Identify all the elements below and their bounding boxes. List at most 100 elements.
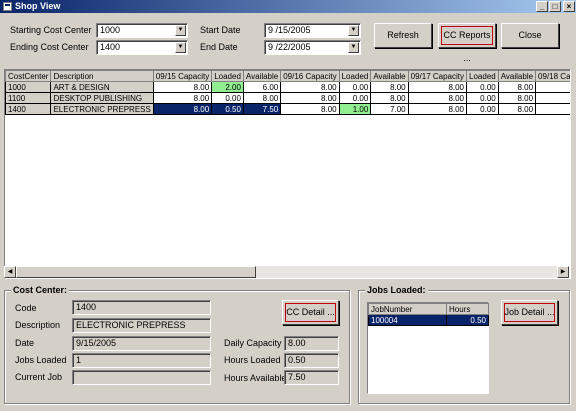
grid-cell[interactable]: 8.00	[280, 103, 340, 115]
grid-column-header[interactable]: Available	[242, 70, 282, 82]
grid-column-header[interactable]: Available	[497, 70, 537, 82]
close-window-button[interactable]: ×	[563, 1, 575, 12]
grid-cell[interactable]: 1000	[5, 81, 52, 93]
grid-cell[interactable]: 1.00	[338, 103, 372, 115]
grid-cell[interactable]: 0.00	[211, 92, 244, 104]
jobs-list[interactable]: JobNumber Hours 100004 0.50	[367, 302, 489, 394]
hours-loaded-value: 0.50	[288, 355, 306, 365]
grid-column-header[interactable]: 09/17 Capacity	[407, 70, 468, 82]
chevron-down-icon[interactable]: ▼	[348, 25, 359, 36]
jobs-cell[interactable]: 100004	[368, 314, 447, 326]
date-value: 9/15/2005	[76, 338, 117, 348]
jobs-loaded-field: 1	[72, 353, 211, 368]
grid-cell[interactable]: 8.00	[370, 81, 409, 93]
starting-cost-center-select[interactable]: 1000 ▼	[96, 23, 188, 38]
close-button[interactable]: Close	[501, 23, 559, 48]
end-date-picker[interactable]: 9 /22/2005 ▼	[264, 40, 361, 55]
grid-cell[interactable]: 8.	[535, 81, 570, 93]
grid-row[interactable]: 1000 ART & DESIGN 8.00 2.00 6.00 8.00 0.00 8.00…	[5, 81, 570, 93]
grid-cell[interactable]: 8.00	[280, 92, 340, 104]
job-detail-button-label: Job Detail ...	[504, 307, 555, 317]
grid-row[interactable]: 1100 DESKTOP PUBLISHING 8.00 0.00 8.00 8.00 0.…	[5, 92, 570, 104]
grid-column-header[interactable]: 09/15 Capacity	[152, 70, 213, 82]
grid-cell[interactable]: 8.00	[407, 92, 468, 104]
grid-cell[interactable]: ELECTRONIC PREPRESS	[50, 103, 154, 115]
grid-cell[interactable]: 8.00	[152, 103, 213, 115]
jobs-row[interactable]: 100004 0.50	[368, 314, 489, 326]
grid-cell[interactable]: 8.00	[407, 103, 468, 115]
cc-detail-button-label: CC Detail ...	[286, 307, 335, 317]
refresh-button[interactable]: Refresh	[374, 23, 432, 48]
jobs-column-header[interactable]: Hours	[446, 303, 489, 315]
ending-cost-center-select[interactable]: 1400 ▼	[96, 40, 188, 55]
horizontal-scrollbar[interactable]: ◀ ▶	[4, 266, 569, 278]
hours-available-field: 7.50	[284, 370, 339, 385]
grid-cell[interactable]: 7.00	[370, 103, 409, 115]
grid-cell[interactable]: 8.00	[280, 81, 340, 93]
grid-cell[interactable]: 2.00	[211, 81, 244, 93]
grid-cell[interactable]: ART & DESIGN	[50, 81, 154, 93]
jobs-table[interactable]: JobNumber Hours 100004 0.50	[368, 303, 489, 326]
shop-table[interactable]: CostCenter Description 09/15 Capacity Loade…	[5, 70, 570, 115]
grid-column-header[interactable]: CostCenter	[5, 70, 52, 82]
scroll-left-arrow-icon[interactable]: ◀	[4, 266, 16, 278]
scroll-right-arrow-icon[interactable]: ▶	[557, 266, 569, 278]
grid-cell[interactable]: 7.50	[242, 103, 282, 115]
grid-cell[interactable]: 8.	[535, 92, 570, 104]
ending-cost-center-value: 1400	[100, 42, 121, 52]
grid-cell[interactable]: 0.00	[466, 92, 499, 104]
grid-row[interactable]: 1400 ELECTRONIC PREPRESS 8.00 0.50 7.50 8.00 1…	[5, 103, 570, 115]
hours-available-label: Hours Available	[224, 373, 287, 383]
jobs-header-row: JobNumber Hours	[368, 303, 489, 315]
grid-column-header[interactable]: Loaded	[466, 70, 499, 82]
start-date-picker[interactable]: 9 /15/2005 ▼	[264, 23, 361, 38]
grid-cell[interactable]: 0.00	[466, 81, 499, 93]
grid-cell[interactable]: 8.00	[242, 92, 282, 104]
grid-cell[interactable]: 0.00	[338, 92, 372, 104]
grid-cell[interactable]: 8.00	[152, 81, 213, 93]
grid-cell[interactable]: DESKTOP PUBLISHING	[50, 92, 154, 104]
jobs-loaded-label: Jobs Loaded	[15, 355, 67, 365]
chevron-down-icon[interactable]: ▼	[175, 25, 186, 36]
jobs-column-header[interactable]: JobNumber	[368, 303, 447, 315]
grid-cell[interactable]: 0.00	[466, 103, 499, 115]
grid-cell[interactable]: 1100	[5, 92, 52, 104]
end-date-label: End Date	[200, 42, 238, 52]
description-value: ELECTRONIC PREPRESS	[76, 320, 186, 330]
grid-column-header[interactable]: Available	[370, 70, 409, 82]
grid-cell[interactable]: 8.00	[497, 103, 537, 115]
grid-cell[interactable]: 8.	[535, 103, 570, 115]
grid-cell[interactable]: 8.00	[497, 81, 537, 93]
minimize-button[interactable]: _	[536, 1, 548, 12]
current-job-label: Current Job	[15, 372, 63, 382]
cost-center-group-title: Cost Center:	[11, 285, 70, 295]
grid-column-header[interactable]: Loaded	[338, 70, 372, 82]
chevron-down-icon[interactable]: ▼	[175, 42, 186, 53]
title-bar[interactable]: Shop View _ □ ×	[0, 0, 576, 13]
grid-column-header[interactable]: 09/18 Capacity	[535, 70, 570, 82]
grid-column-header[interactable]: Loaded	[211, 70, 244, 82]
hours-loaded-field: 0.50	[284, 353, 339, 368]
chevron-down-icon[interactable]: ▼	[348, 42, 359, 53]
shop-grid[interactable]: CostCenter Description 09/15 Capacity Loade…	[4, 69, 571, 279]
daily-capacity-label: Daily Capacity	[224, 338, 282, 348]
job-detail-button[interactable]: Job Detail ...	[501, 300, 558, 325]
close-button-label: Close	[518, 30, 542, 40]
grid-cell[interactable]: 0.50	[211, 103, 244, 115]
grid-cell[interactable]: 8.00	[497, 92, 537, 104]
code-field: 1400	[72, 300, 211, 315]
cc-reports-button[interactable]: CC Reports ...	[438, 23, 496, 63]
cc-detail-button[interactable]: CC Detail ...	[282, 300, 339, 325]
grid-cell[interactable]: 6.00	[242, 81, 282, 93]
grid-cell[interactable]: 8.00	[152, 92, 213, 104]
grid-cell[interactable]: 8.00	[407, 81, 468, 93]
grid-cell[interactable]: 1400	[5, 103, 52, 115]
ending-cost-center-label: Ending Cost Center	[10, 42, 89, 52]
maximize-button[interactable]: □	[549, 1, 561, 12]
grid-cell[interactable]: 0.00	[338, 81, 372, 93]
grid-column-header[interactable]: 09/16 Capacity	[280, 70, 340, 82]
grid-column-header[interactable]: Description	[50, 70, 154, 82]
jobs-cell[interactable]: 0.50	[446, 314, 489, 326]
grid-cell[interactable]: 8.00	[370, 92, 409, 104]
scroll-thumb[interactable]	[16, 266, 256, 278]
